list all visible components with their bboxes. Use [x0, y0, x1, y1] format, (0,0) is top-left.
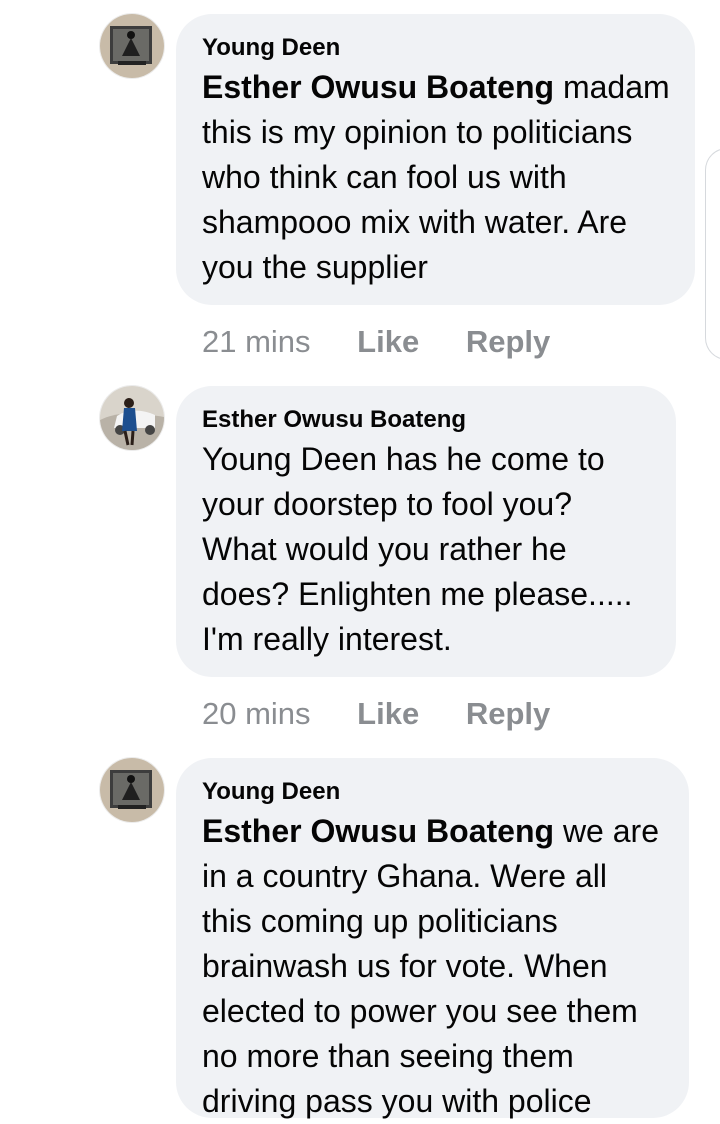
- comment-line: who think can fool us with: [202, 159, 567, 195]
- profile-photo-icon: [100, 14, 164, 78]
- comment-timestamp[interactable]: 21 mins: [202, 324, 311, 360]
- like-button[interactable]: Like: [357, 324, 419, 360]
- comment-author[interactable]: Young Deen: [202, 33, 667, 63]
- comment-line: What would you rather he: [202, 531, 567, 567]
- comment-line: Young Deen has he come to: [202, 441, 605, 477]
- profile-photo-icon: [100, 386, 164, 450]
- profile-photo-icon: [100, 758, 164, 822]
- comment-line-text: we are: [554, 813, 659, 849]
- comment-author[interactable]: Esther Owusu Boateng: [202, 405, 648, 435]
- avatar[interactable]: [100, 14, 164, 78]
- comment-line: this coming up politicians: [202, 903, 558, 939]
- comment-line: Esther Owusu Boateng we are: [202, 809, 661, 854]
- comment-line: Esther Owusu Boateng madam: [202, 65, 670, 110]
- comment-line: brainwash us for vote. When: [202, 948, 608, 984]
- comment-line: your doorstep to fool you?: [202, 486, 573, 522]
- avatar[interactable]: [100, 758, 164, 822]
- mention-link[interactable]: Esther Owusu Boateng: [202, 69, 554, 105]
- comment-line: shampooo mix with water. Are: [202, 204, 628, 240]
- comment-timestamp[interactable]: 20 mins: [202, 696, 311, 732]
- comment-actions: 20 mins Like Reply: [202, 696, 588, 732]
- avatar[interactable]: [100, 386, 164, 450]
- comment-thread: Young Deen Esther Owusu Boateng madam th…: [0, 0, 720, 1119]
- comment-text: Esther Owusu Boateng we are in a country…: [202, 809, 661, 1124]
- comment-line: I'm really interest.: [202, 621, 452, 657]
- comment-line: this is my opinion to politicians: [202, 114, 633, 150]
- reply-button[interactable]: Reply: [466, 324, 550, 360]
- comment-line: does? Enlighten me please.....: [202, 576, 633, 612]
- comment-line: elected to power you see them: [202, 993, 638, 1029]
- comment-actions: 21 mins Like Reply: [202, 324, 588, 360]
- mention-link[interactable]: Esther Owusu Boateng: [202, 813, 554, 849]
- comment-text: Esther Owusu Boateng madam this is my op…: [202, 65, 670, 290]
- comment-line: in a country Ghana. Were all: [202, 858, 607, 894]
- like-button[interactable]: Like: [357, 696, 419, 732]
- comment-line: you the supplier: [202, 249, 428, 285]
- comment-bubble: Young Deen Esther Owusu Boateng madam th…: [176, 14, 695, 305]
- comment-bubble: Esther Owusu Boateng Young Deen has he c…: [176, 386, 676, 677]
- comment-line-text: madam: [554, 69, 670, 105]
- comment-author[interactable]: Young Deen: [202, 777, 661, 807]
- side-panel-edge: [705, 148, 720, 360]
- comment-line: no more than seeing them: [202, 1038, 574, 1074]
- comment-line: driving pass you with police: [202, 1083, 592, 1119]
- reply-button[interactable]: Reply: [466, 696, 550, 732]
- comment-bubble: Young Deen Esther Owusu Boateng we are i…: [176, 758, 689, 1119]
- comment-text: Young Deen has he come to your doorstep …: [202, 437, 648, 662]
